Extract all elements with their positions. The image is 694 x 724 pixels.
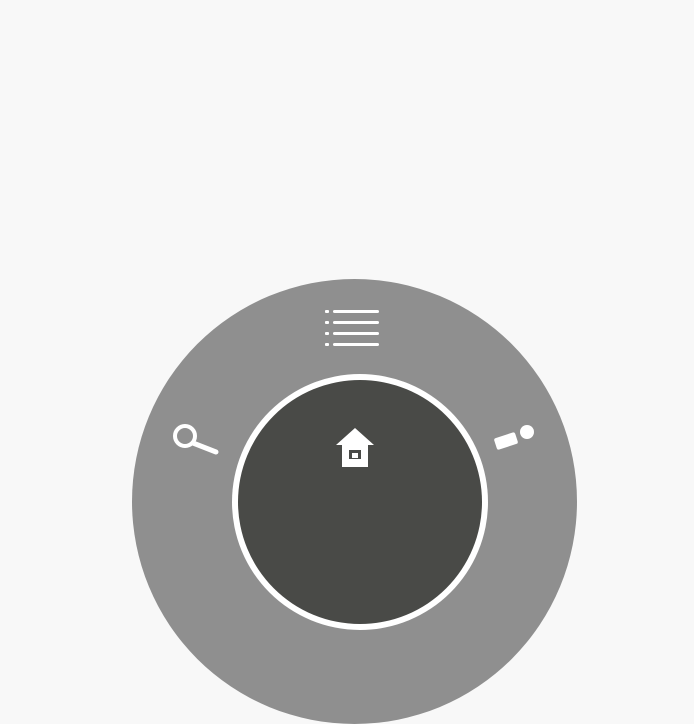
menu-icon bbox=[325, 308, 387, 348]
radial-menu-screen bbox=[0, 0, 694, 724]
info-icon bbox=[491, 422, 539, 456]
home-hub-button[interactable] bbox=[238, 380, 482, 624]
home-icon bbox=[331, 426, 379, 470]
home-button[interactable] bbox=[325, 420, 385, 476]
info-button[interactable] bbox=[482, 415, 548, 463]
search-button[interactable] bbox=[160, 414, 232, 466]
search-icon bbox=[169, 421, 223, 459]
menu-button[interactable] bbox=[317, 301, 395, 355]
